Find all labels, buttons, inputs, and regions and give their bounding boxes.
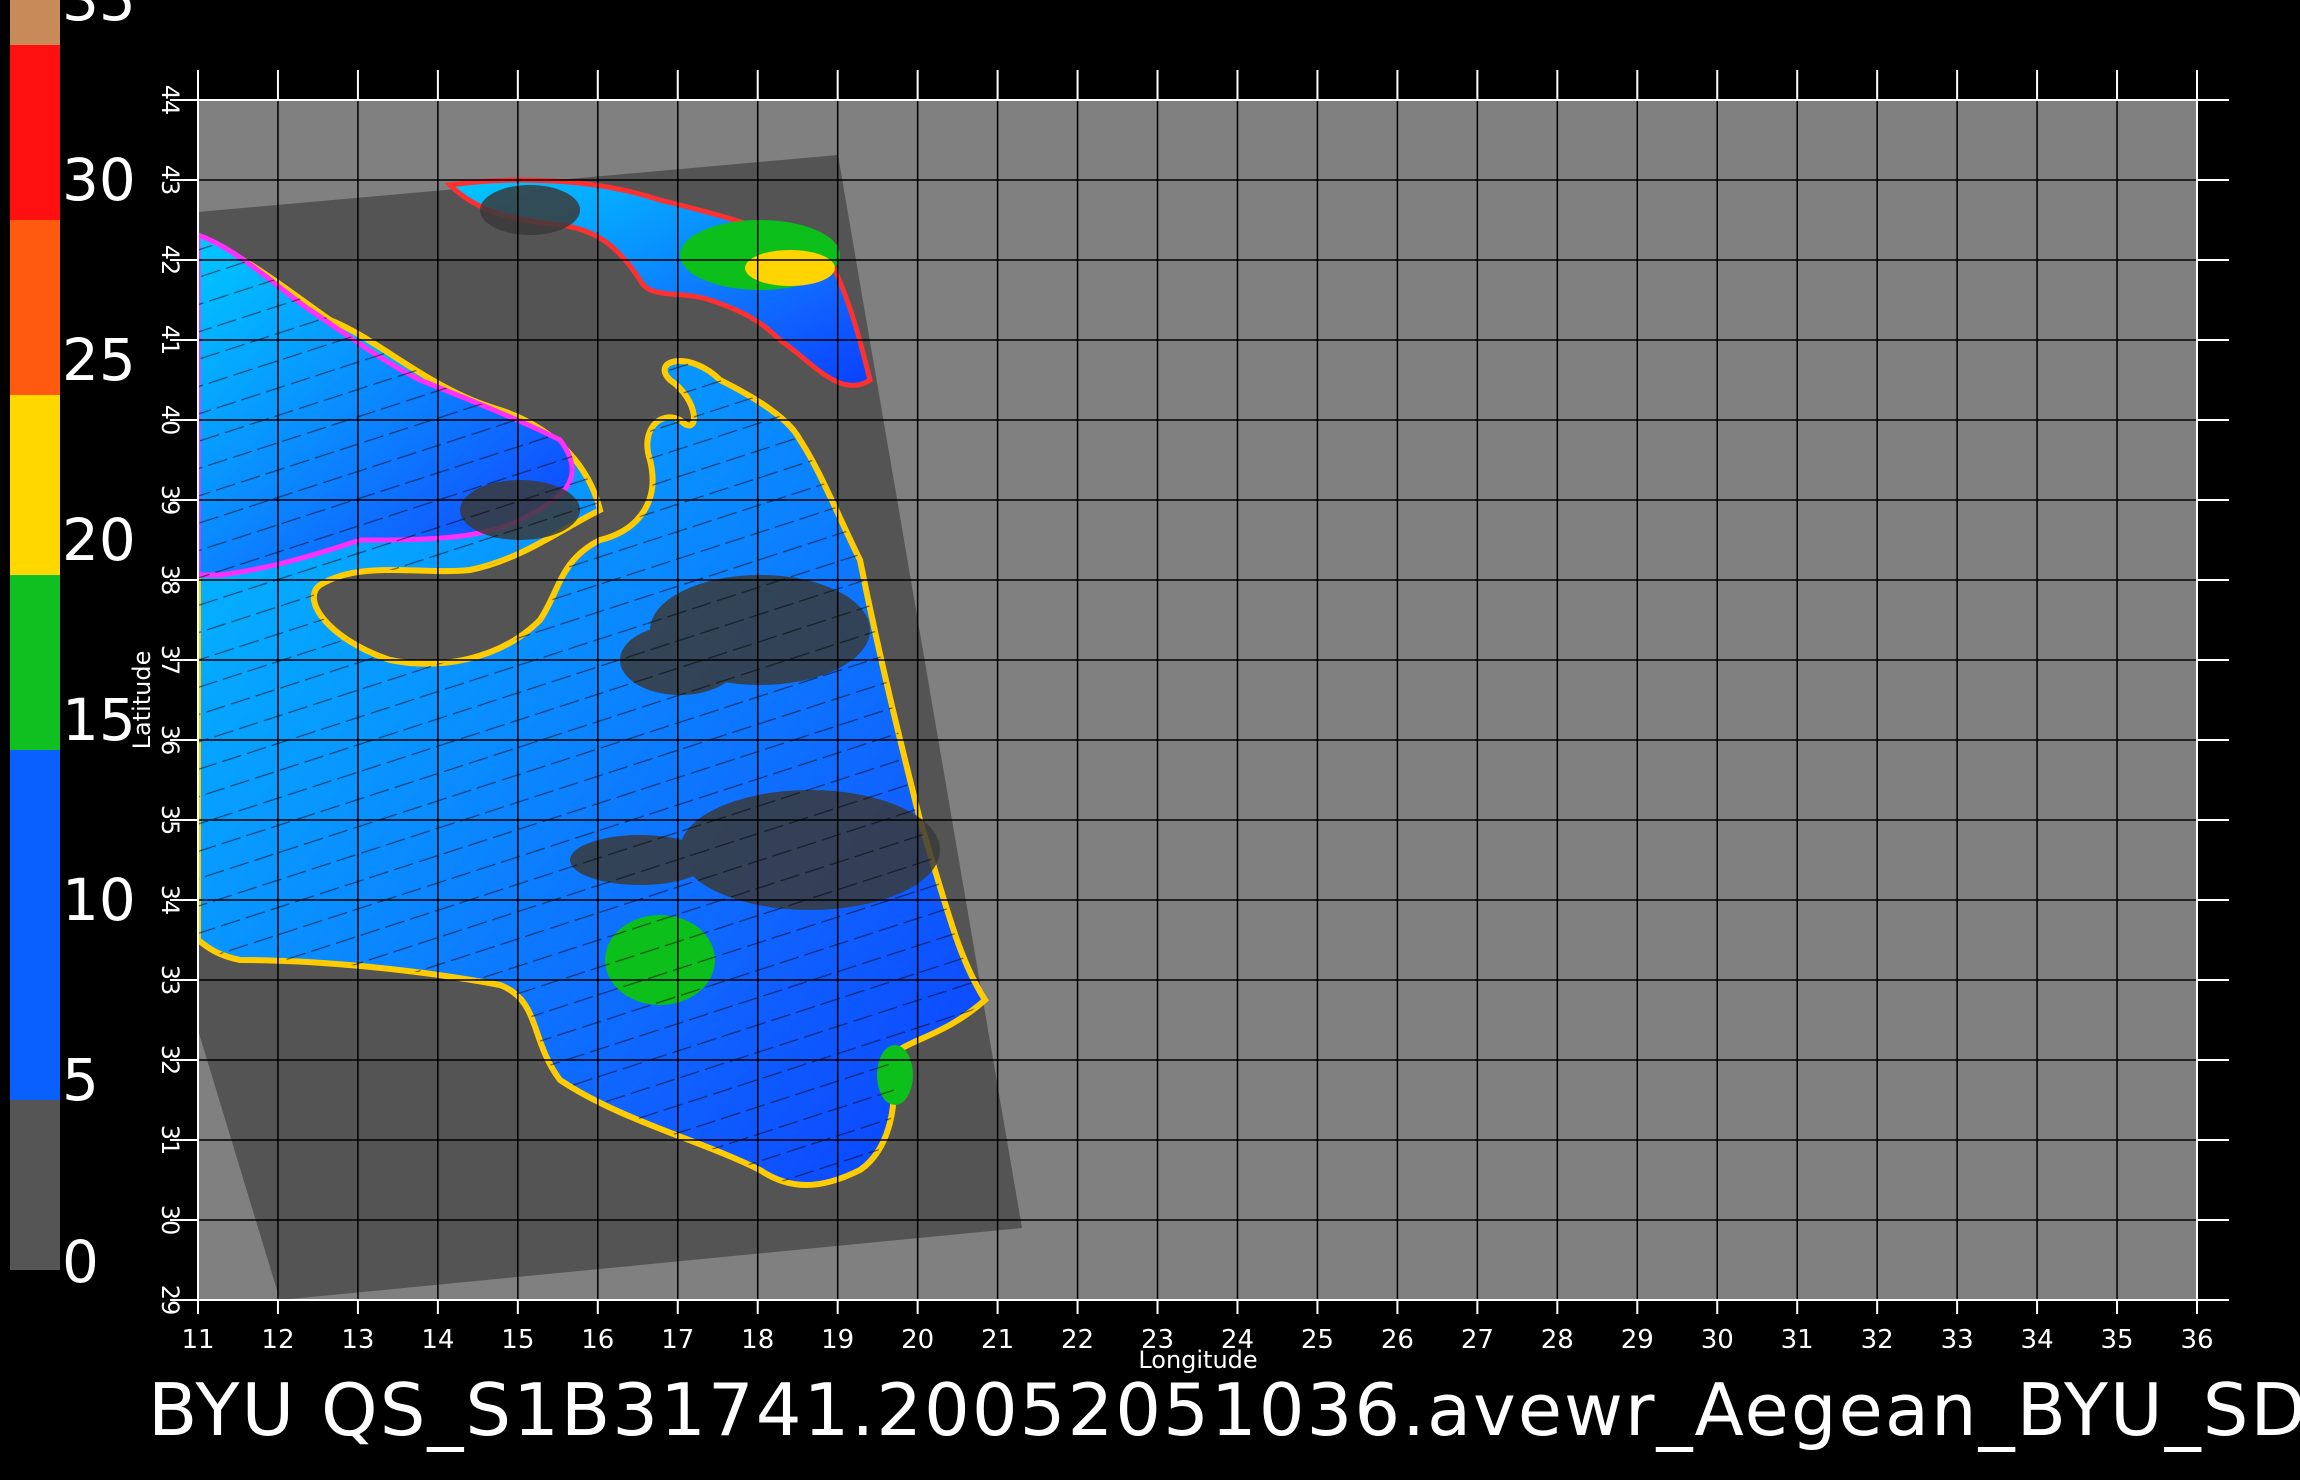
y-axis-label: Latitude (128, 651, 156, 750)
wind-map-figure: 35 30 25 20 15 10 5 0 11 12 13 14 15 16 17 18 1… (10, 0, 2229, 1374)
lon-tick-label: 15 (501, 1325, 534, 1355)
colorbar: 35 30 25 20 15 10 5 0 (10, 0, 136, 1296)
lon-tick-label: 18 (741, 1325, 774, 1355)
lat-tick-label: 29 (156, 1285, 184, 1316)
lat-tick-label: 34 (156, 885, 184, 916)
lon-tick-label: 22 (1061, 1325, 1094, 1355)
colorbar-band-5 (10, 0, 60, 45)
colorbar-label: 30 (62, 146, 136, 214)
high-wind-core-north (745, 250, 835, 286)
lon-tick-label: 30 (1701, 1325, 1734, 1355)
colorbar-band-1 (10, 750, 60, 1100)
lat-tick-label: 38 (156, 565, 184, 596)
lat-tick-label: 40 (156, 405, 184, 436)
lat-tick-label: 30 (156, 1205, 184, 1236)
lon-tick-label: 21 (981, 1325, 1014, 1355)
colorbar-label: 25 (62, 326, 136, 394)
lon-tick-label: 13 (341, 1325, 374, 1355)
colorbar-label: 20 (62, 506, 136, 574)
lat-tick-label: 32 (156, 1045, 184, 1076)
lat-tick-label: 44 (156, 85, 184, 116)
colorbar-label: 0 (62, 1228, 99, 1296)
lat-tick-label: 36 (156, 725, 184, 756)
lon-tick-label: 12 (261, 1325, 294, 1355)
lon-tick-label: 33 (1941, 1325, 1974, 1355)
lon-tick-label: 16 (581, 1325, 614, 1355)
lon-tick-label: 29 (1621, 1325, 1654, 1355)
colorbar-band-4 (10, 45, 60, 220)
colorbar-band-2 (10, 575, 60, 750)
lon-tick-label: 34 (2021, 1325, 2054, 1355)
lon-tick-label: 25 (1301, 1325, 1334, 1355)
colorbar-band-3b (10, 220, 60, 395)
lon-tick-label: 14 (421, 1325, 454, 1355)
lat-tick-label: 31 (156, 1125, 184, 1156)
colorbar-band-3 (10, 395, 60, 575)
lon-tick-label: 31 (1781, 1325, 1814, 1355)
product-title: BYU QS_S1B31741.20052051036.avewr_Aegean… (148, 1368, 2300, 1452)
colorbar-label: 10 (62, 866, 136, 934)
lat-tick-label: 35 (156, 805, 184, 836)
lat-tick-label: 33 (156, 965, 184, 996)
map-area: 11 12 13 14 15 16 17 18 19 20 21 22 23 24 25 26 27 28 29 30… (128, 70, 2229, 1374)
lon-tick-label: 32 (1861, 1325, 1894, 1355)
lon-tick-label: 20 (901, 1325, 934, 1355)
lon-tick-label: 27 (1461, 1325, 1494, 1355)
lat-tick-label: 39 (156, 485, 184, 516)
lon-tick-label: 36 (2180, 1325, 2213, 1355)
lon-tick-label: 11 (181, 1325, 214, 1355)
lat-tick-label: 41 (156, 325, 184, 356)
lon-tick-label: 26 (1381, 1325, 1414, 1355)
colorbar-label: 5 (62, 1046, 99, 1114)
lon-tick-label: 35 (2100, 1325, 2133, 1355)
colorbar-label: 15 (62, 686, 136, 754)
colorbar-band-0 (10, 1100, 60, 1270)
lat-tick-label: 43 (156, 165, 184, 196)
lon-tick-label: 28 (1541, 1325, 1574, 1355)
lon-tick-label: 19 (821, 1325, 854, 1355)
lat-tick-label: 42 (156, 245, 184, 276)
lat-tick-label: 37 (156, 645, 184, 676)
colorbar-label: 35 (62, 0, 136, 34)
lon-tick-label: 17 (661, 1325, 694, 1355)
